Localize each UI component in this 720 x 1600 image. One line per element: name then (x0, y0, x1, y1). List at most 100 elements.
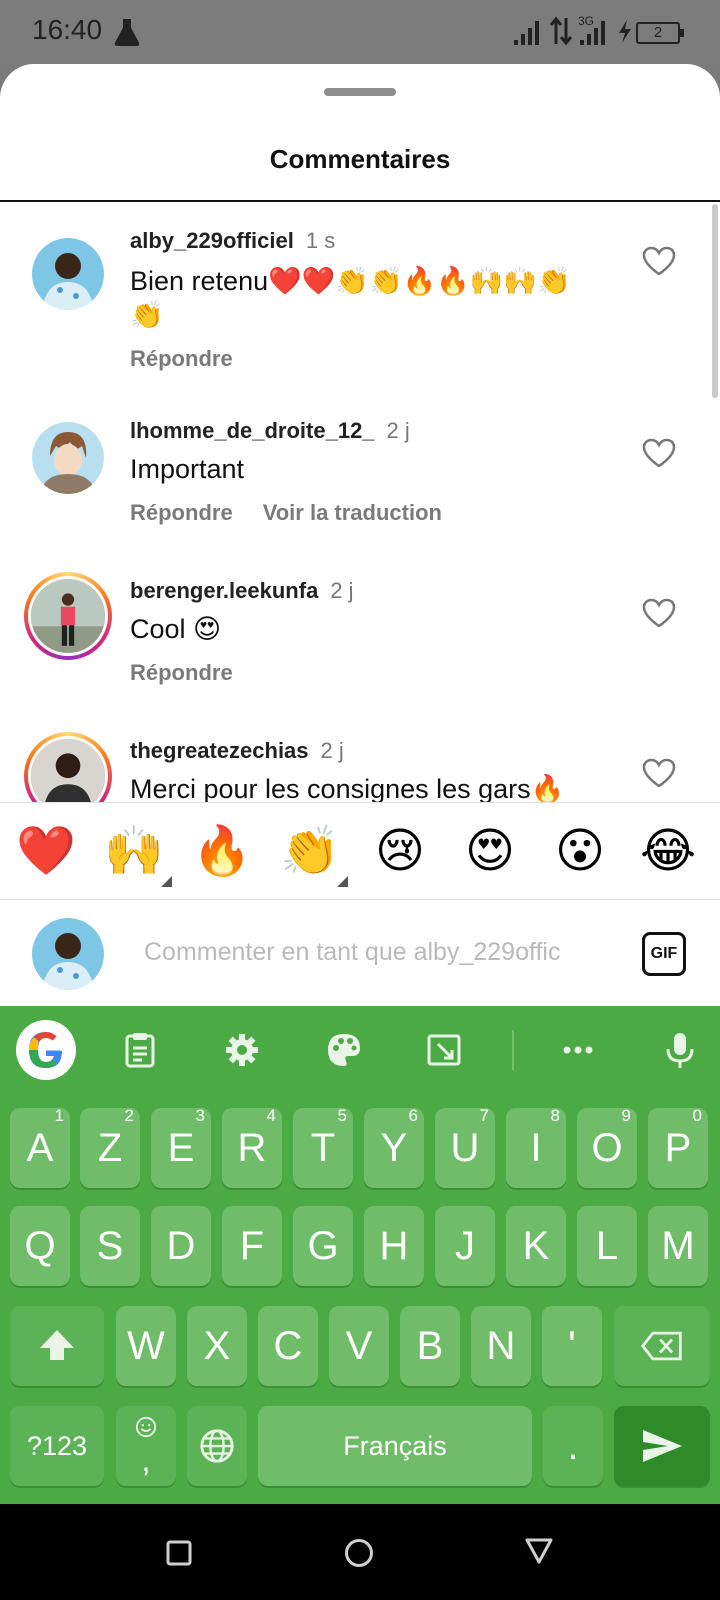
key-m[interactable]: M (648, 1206, 708, 1286)
comment-list[interactable]: alby_229officiel 1 s Bien retenu❤️❤️👏👏🔥🔥🙌… (0, 202, 720, 866)
shift-key[interactable] (10, 1306, 104, 1386)
status-bar: 16:40 3G 2 (0, 0, 720, 64)
key-f[interactable]: F (222, 1206, 282, 1286)
key-j[interactable]: J (435, 1206, 495, 1286)
like-heart-icon[interactable] (642, 758, 676, 788)
key-d[interactable]: D (151, 1206, 211, 1286)
see-translation-button[interactable]: Voir la traduction (263, 500, 442, 525)
reaction-crying[interactable]: 😢 (368, 819, 432, 883)
backspace-icon (641, 1331, 682, 1361)
back-button[interactable] (524, 1536, 554, 1566)
settings-gear-icon[interactable] (222, 1030, 262, 1070)
key-l[interactable]: L (577, 1206, 637, 1286)
like-heart-icon[interactable] (642, 598, 676, 628)
reaction-laughing[interactable]: 😂 (636, 819, 700, 883)
key-hint: 2 (124, 1106, 134, 1125)
key-hint: 7 (479, 1106, 489, 1125)
space-key[interactable]: Français (258, 1406, 532, 1486)
emoji-comma-key[interactable]: , (116, 1406, 176, 1486)
key-k[interactable]: K (506, 1206, 566, 1286)
key-n[interactable]: N (471, 1306, 531, 1386)
comment-time: 2 j (330, 578, 354, 603)
comment-composer: Commenter en tant que alby_229offic GIF (0, 900, 720, 1006)
quick-reaction-bar: ❤️ 🙌 🔥 👏 😢 😍 😮 😂 (0, 802, 720, 900)
reaction-clapping-glyph: 👏 (280, 823, 340, 879)
reply-button[interactable]: Répondre (130, 500, 233, 525)
key-u[interactable]: U7 (435, 1106, 495, 1188)
theme-palette-icon[interactable] (324, 1030, 364, 1070)
key-s[interactable]: S (80, 1206, 140, 1286)
gif-button[interactable]: GIF (642, 932, 686, 976)
flask-icon (114, 19, 140, 46)
comment-username[interactable]: thegreatezechias 2 j (130, 738, 344, 764)
one-handed-mode-icon[interactable] (424, 1030, 464, 1070)
google-logo-icon[interactable] (16, 1020, 76, 1080)
key-e[interactable]: E3 (151, 1106, 211, 1188)
comment-item: alby_229officiel 1 s Bien retenu❤️❤️👏👏🔥🔥🙌… (0, 202, 720, 402)
period-key[interactable]: . (543, 1406, 603, 1486)
keyboard-toolbar (0, 1006, 720, 1092)
key-w[interactable]: W (116, 1306, 176, 1386)
key-hint: 1 (54, 1106, 64, 1125)
key-g[interactable]: G (293, 1206, 353, 1286)
drag-handle[interactable] (324, 88, 396, 96)
avatar-story-ring[interactable] (24, 572, 112, 660)
reaction-fire[interactable]: 🔥 (190, 819, 254, 883)
status-time: 16:40 (32, 14, 103, 45)
reply-button[interactable]: Répondre (130, 660, 233, 685)
symbols-key[interactable]: ?123 (10, 1406, 104, 1486)
keyboard: A1 Z2 E3 R4 T5 Y6 U7 I8 O9 P0 Q S D F G … (0, 1006, 720, 1504)
key-z[interactable]: Z2 (80, 1106, 140, 1188)
key-y[interactable]: Y6 (364, 1106, 424, 1188)
like-heart-icon[interactable] (642, 438, 676, 468)
shift-arrow-icon (40, 1330, 74, 1360)
comment-time: 1 s (305, 228, 336, 253)
comment-input[interactable]: Commenter en tant que alby_229offic (144, 938, 614, 967)
key-x[interactable]: X (187, 1306, 247, 1386)
key-p[interactable]: P0 (648, 1106, 708, 1188)
skin-tone-indicator-icon (161, 876, 172, 887)
recent-apps-button[interactable] (166, 1540, 192, 1566)
reply-button[interactable]: Répondre (130, 346, 233, 371)
language-key[interactable] (187, 1406, 247, 1486)
reaction-heart[interactable]: ❤️ (14, 819, 78, 883)
comment-username[interactable]: alby_229officiel 1 s (130, 228, 335, 254)
key-hint: 5 (337, 1106, 347, 1125)
reaction-clapping[interactable]: 👏 (278, 819, 348, 887)
scrollbar[interactable] (712, 204, 718, 398)
reaction-raising-hands[interactable]: 🙌 (102, 819, 172, 887)
home-button[interactable] (344, 1538, 374, 1568)
key-o[interactable]: O9 (577, 1106, 637, 1188)
key-apostrophe[interactable]: ' (542, 1306, 602, 1386)
key-h[interactable]: H (364, 1206, 424, 1286)
key-b[interactable]: B (400, 1306, 460, 1386)
comment-actions: Répondre (130, 660, 233, 686)
key-v[interactable]: V (329, 1306, 389, 1386)
globe-icon (200, 1429, 234, 1463)
key-c[interactable]: C (258, 1306, 318, 1386)
avatar[interactable] (32, 422, 104, 494)
comment-username[interactable]: lhomme_de_droite_12_ 2 j (130, 418, 410, 444)
key-r[interactable]: R4 (222, 1106, 282, 1188)
backspace-key[interactable] (614, 1306, 710, 1386)
key-hint: 6 (408, 1106, 418, 1125)
microphone-icon[interactable] (660, 1030, 700, 1070)
send-key[interactable] (614, 1406, 710, 1486)
like-heart-icon[interactable] (642, 246, 676, 276)
key-t[interactable]: T5 (293, 1106, 353, 1188)
comment-actions: Répondre Voir la traduction (130, 500, 442, 526)
comment-text: Bien retenu❤️❤️👏👏🔥🔥🙌🙌👏👏 (130, 266, 571, 330)
key-i[interactable]: I8 (506, 1106, 566, 1188)
key-label: O (591, 1126, 623, 1170)
skin-tone-indicator-icon (337, 876, 348, 887)
comment-username[interactable]: berenger.leekunfa 2 j (130, 578, 354, 604)
key-label: R (237, 1126, 267, 1170)
more-options-icon[interactable] (558, 1030, 598, 1070)
clipboard-icon[interactable] (120, 1030, 160, 1070)
key-a[interactable]: A1 (10, 1106, 70, 1188)
avatar[interactable] (32, 238, 104, 310)
charging-bolt-icon (619, 20, 631, 43)
reaction-surprised[interactable]: 😮 (548, 819, 612, 883)
reaction-heart-eyes[interactable]: 😍 (458, 819, 522, 883)
key-q[interactable]: Q (10, 1206, 70, 1286)
